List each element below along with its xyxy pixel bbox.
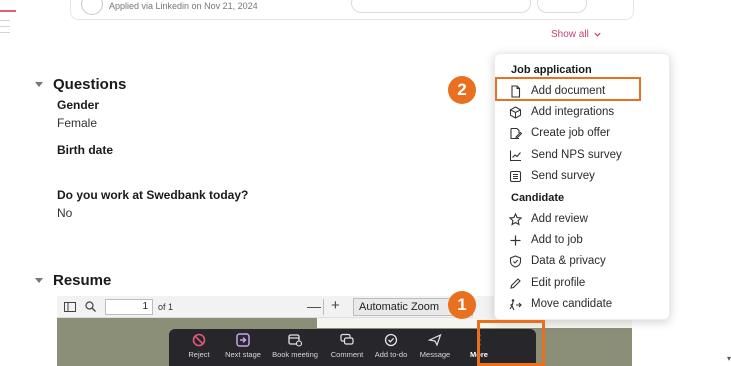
plus-icon [510, 235, 521, 245]
show-all-label: Show all [551, 29, 589, 40]
zoom-in-button[interactable]: + [331, 297, 340, 314]
page-number-input[interactable]: 1 [105, 298, 153, 315]
candidate-action-bar: Reject Next stage Book meeting Comment A… [169, 329, 536, 366]
action-label: More [470, 350, 488, 359]
job-offer-icon [510, 127, 522, 139]
action-label: Comment [330, 350, 364, 359]
block-icon [192, 333, 206, 347]
menu-item-edit-profile[interactable]: Edit profile [509, 273, 585, 293]
next-stage-icon [236, 333, 250, 347]
star-icon [509, 212, 522, 226]
menu-item-send-survey[interactable]: Send survey [509, 166, 595, 186]
application-card: Applied via Linkedin on Nov 21, 2024 [70, 0, 634, 20]
collapse-caret-icon [35, 82, 43, 87]
pencil-icon [510, 277, 521, 289]
menu-item-label: Create job offer [531, 127, 611, 139]
document-icon [511, 84, 521, 98]
menu-item-create-job-offer[interactable]: Create job offer [509, 123, 610, 143]
search-icon[interactable] [83, 300, 97, 314]
add-todo-button[interactable]: Add to-do [369, 329, 413, 359]
left-rail-accent [0, 10, 16, 12]
step-badge-1: 1 [448, 291, 476, 319]
action-label: Next stage [225, 350, 261, 359]
resume-title: Resume [53, 272, 112, 289]
toolbar-divider [323, 299, 324, 315]
questions-section-toggle[interactable]: Questions [35, 76, 126, 93]
menu-item-label: Add to job [531, 234, 583, 246]
menu-item-label: Send survey [531, 170, 595, 182]
menu-item-label: Add review [531, 213, 588, 225]
question-answer: No [57, 206, 73, 220]
scroll-indicator-icon[interactable]: ▾ [727, 354, 731, 363]
chevron-down-icon [594, 32, 601, 37]
survey-icon [509, 170, 522, 182]
left-rail-line [0, 26, 10, 27]
reject-button[interactable]: Reject [177, 329, 221, 359]
left-rail-line [0, 20, 10, 21]
menu-item-move-candidate[interactable]: Move candidate [509, 294, 612, 314]
calendar-icon [288, 334, 302, 347]
message-button[interactable]: Message [413, 329, 457, 359]
menu-item-add-integrations[interactable]: Add integrations [509, 102, 614, 122]
menu-item-label: Add integrations [531, 106, 615, 118]
sidebar-toggle-icon[interactable] [63, 300, 77, 314]
menu-item-add-document[interactable]: Add document [509, 81, 605, 101]
action-label: Add to-do [374, 350, 408, 359]
left-rail [0, 0, 16, 366]
action-label: Book meeting [272, 350, 318, 359]
left-rail-line [0, 32, 10, 33]
comment-icon [340, 333, 354, 345]
menu-group-title: Job application [511, 64, 592, 76]
more-button[interactable]: More [457, 329, 501, 359]
menu-item-add-review[interactable]: Add review [509, 209, 588, 229]
collapse-caret-icon [35, 278, 43, 283]
more-vertical-icon [477, 334, 481, 346]
source-avatar [81, 0, 103, 15]
question-answer: Female [57, 116, 98, 130]
menu-item-label: Move candidate [531, 298, 613, 310]
check-circle-icon [384, 333, 398, 347]
step-badge-2: 2 [448, 76, 476, 104]
menu-group-title: Candidate [511, 192, 565, 204]
question-label: Birth date [57, 143, 114, 157]
resume-section-toggle[interactable]: Resume [35, 272, 111, 289]
chart-icon [509, 150, 521, 161]
question-label: Do you work at Swedbank today? [57, 188, 249, 202]
menu-item-data-privacy[interactable]: Data & privacy [509, 251, 606, 271]
send-icon [428, 333, 442, 347]
comment-button[interactable]: Comment [325, 329, 369, 359]
next-stage-button[interactable]: Next stage [221, 329, 265, 359]
show-all-link[interactable]: Show all [551, 29, 602, 40]
shield-icon [509, 254, 522, 268]
action-label: Reject [188, 350, 210, 359]
more-actions-menu: Job application Add document Add integra… [494, 53, 670, 320]
book-meeting-button[interactable]: Book meeting [265, 329, 325, 359]
menu-item-label: Send NPS survey [531, 149, 622, 161]
question-label: Gender [57, 98, 100, 112]
stage-select[interactable] [351, 0, 531, 13]
menu-item-add-to-job[interactable]: Add to job [509, 230, 583, 250]
menu-item-label: Data & privacy [531, 255, 606, 267]
page-count: of 1 [158, 301, 174, 312]
questions-title: Questions [53, 76, 127, 93]
menu-item-label: Edit profile [531, 277, 586, 289]
menu-item-label: Add document [531, 85, 606, 97]
pdf-toolbar: 1 of 1 — + Automatic Zoom [57, 296, 473, 318]
integrations-icon [509, 105, 522, 119]
zoom-out-button[interactable]: — [307, 298, 321, 314]
action-label: Message [419, 350, 451, 359]
move-icon [509, 298, 522, 310]
rating-select[interactable] [537, 0, 587, 13]
applied-source-text: Applied via Linkedin on Nov 21, 2024 [109, 1, 258, 11]
menu-item-send-nps-survey[interactable]: Send NPS survey [509, 145, 622, 165]
